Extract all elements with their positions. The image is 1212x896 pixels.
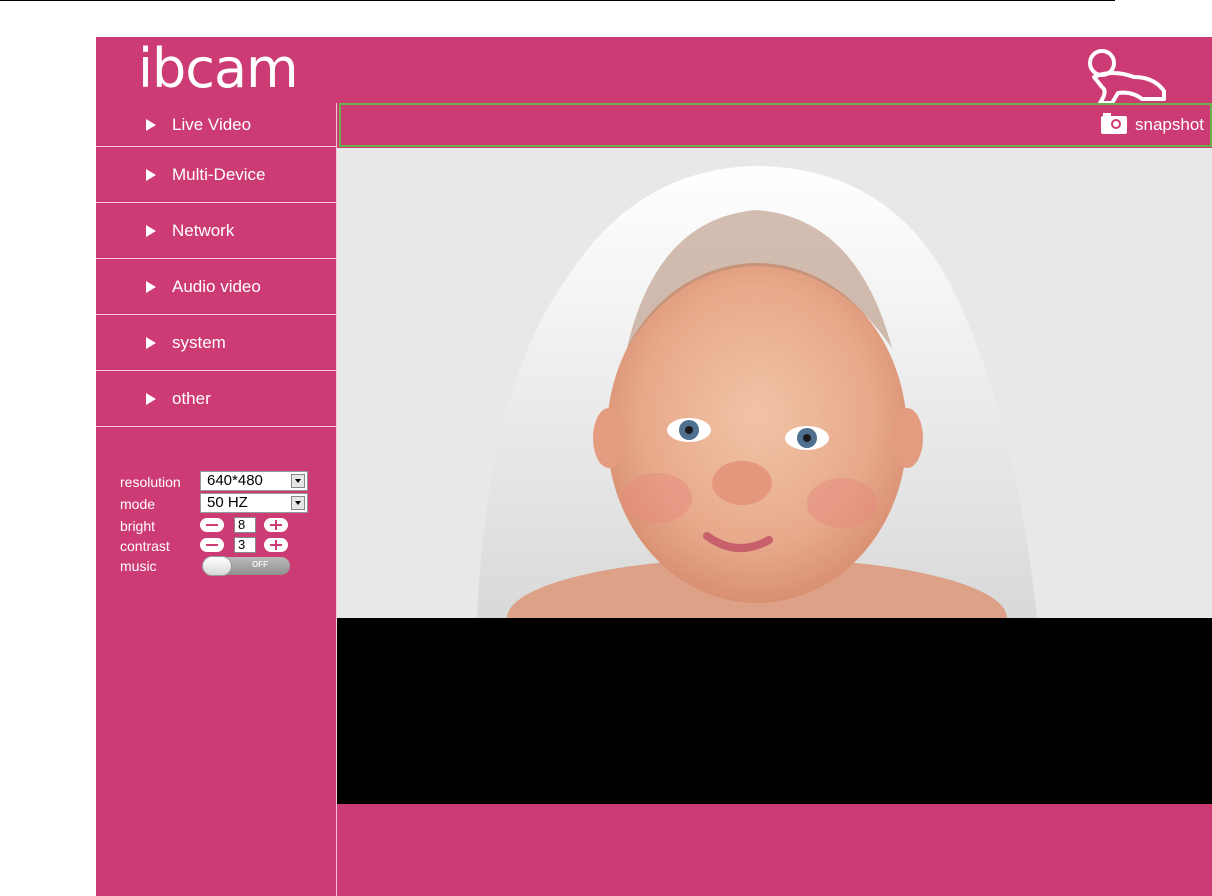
triangle-right-icon <box>146 118 156 131</box>
triangle-right-icon <box>146 168 156 181</box>
nav-menu: Live Video Multi-Device Network Audio vi… <box>96 103 336 427</box>
triangle-right-icon <box>146 336 156 349</box>
contrast-row: contrast 3 <box>120 535 330 555</box>
nav-item-multi-device[interactable]: Multi-Device <box>96 147 336 203</box>
nav-item-label: Network <box>172 220 235 240</box>
nav-item-label: Live Video <box>172 114 252 134</box>
triangle-right-icon <box>146 224 156 237</box>
triangle-right-icon <box>146 392 156 405</box>
music-label: music <box>120 558 157 574</box>
top-divider <box>0 0 1115 1</box>
snapshot-button[interactable]: snapshot <box>1101 113 1204 135</box>
bright-increase-button[interactable] <box>264 518 288 532</box>
mode-select[interactable]: 50 HZ <box>200 493 308 513</box>
music-toggle[interactable]: OFF <box>202 556 290 576</box>
contrast-value[interactable]: 3 <box>234 537 256 553</box>
bright-label: bright <box>120 518 156 534</box>
nav-item-network[interactable]: Network <box>96 203 336 259</box>
mode-label: mode <box>120 496 156 512</box>
contrast-label: contrast <box>120 538 170 554</box>
nav-item-label: Multi-Device <box>172 164 266 184</box>
snapshot-label: snapshot <box>1135 115 1204 134</box>
camera-app: ibcam Live Video Multi-Device Network Au… <box>96 37 1212 896</box>
bright-row: bright 8 <box>120 515 330 535</box>
camera-icon <box>1101 113 1127 134</box>
contrast-increase-button[interactable] <box>264 538 288 552</box>
video-toolbar: snapshot <box>339 103 1212 147</box>
video-letterbox <box>337 618 1212 804</box>
music-row: music OFF <box>120 555 330 577</box>
contrast-decrease-button[interactable] <box>200 538 224 552</box>
nav-item-other[interactable]: other <box>96 371 336 427</box>
nav-item-audio-video[interactable]: Audio video <box>96 259 336 315</box>
nav-item-label: Audio video <box>172 276 261 296</box>
bright-value[interactable]: 8 <box>234 517 256 533</box>
bright-decrease-button[interactable] <box>200 518 224 532</box>
resolution-value: 640*480 <box>207 472 263 489</box>
sidebar: Live Video Multi-Device Network Audio vi… <box>96 103 337 896</box>
nav-item-live-video[interactable]: Live Video <box>96 103 336 147</box>
nav-item-label: other <box>172 388 211 408</box>
chevron-down-icon[interactable] <box>291 496 305 510</box>
triangle-right-icon <box>146 280 156 293</box>
live-video-feed <box>337 148 1212 618</box>
ibcam-logo: ibcam <box>138 37 299 100</box>
nav-item-system[interactable]: system <box>96 315 336 371</box>
baby-crawling-icon <box>1088 49 1166 103</box>
toggle-state-label: OFF <box>252 560 268 569</box>
resolution-row: resolution 640*480 <box>120 471 330 493</box>
mode-row: mode 50 HZ <box>120 493 330 515</box>
toggle-knob[interactable] <box>202 556 232 576</box>
nav-item-label: system <box>172 332 226 352</box>
chevron-down-icon[interactable] <box>291 474 305 488</box>
baby-photo <box>337 148 1212 618</box>
header: ibcam <box>96 37 1212 103</box>
resolution-label: resolution <box>120 474 181 490</box>
resolution-select[interactable]: 640*480 <box>200 471 308 491</box>
mode-value: 50 HZ <box>207 494 248 511</box>
camera-controls: resolution 640*480 mode 50 HZ bright 8 c… <box>120 471 330 577</box>
